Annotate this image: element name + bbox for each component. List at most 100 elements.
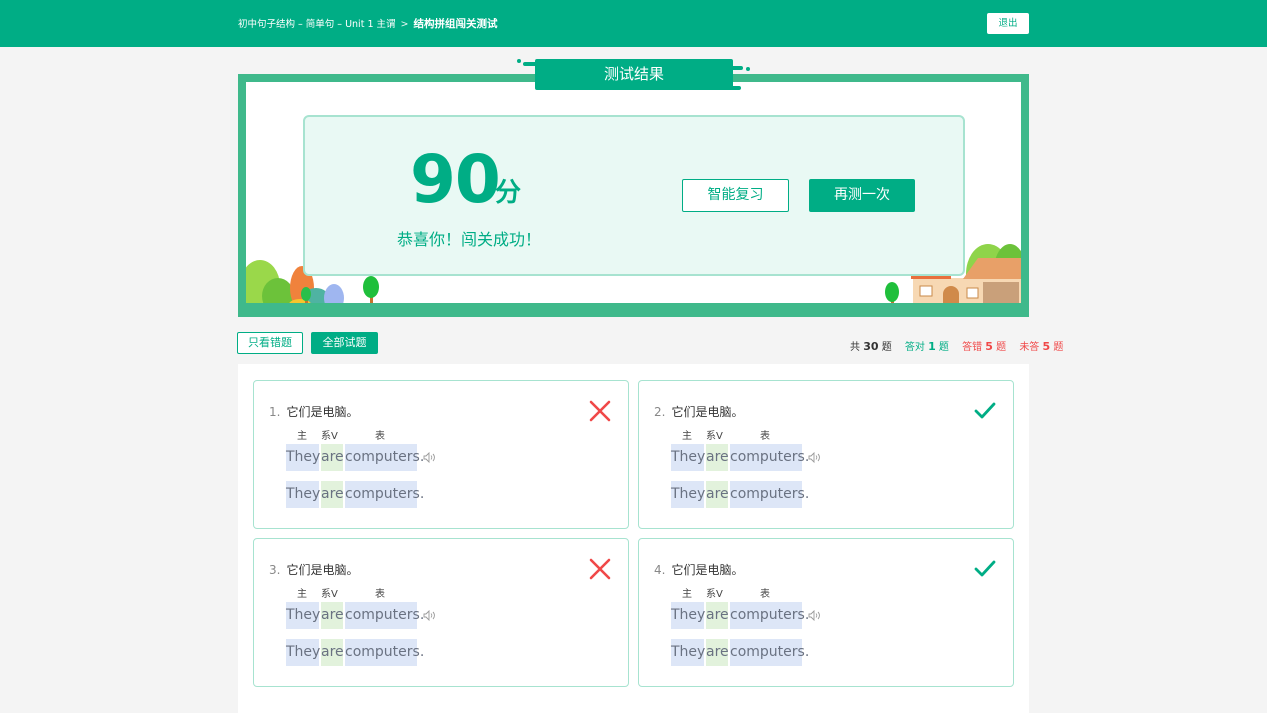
correct-token-verb: are	[321, 639, 344, 666]
stat-wrong-suffix: 题	[996, 342, 1007, 353]
cross-icon	[589, 400, 611, 422]
question-number: 3.	[269, 563, 281, 577]
stat-unanswered-prefix: 未答	[1019, 342, 1040, 353]
correct-token-verb: are	[706, 639, 729, 666]
answer-token-subject: They	[671, 444, 705, 471]
check-icon	[974, 402, 996, 419]
role-predicate-label: 表	[760, 589, 770, 600]
success-message: 恭喜你！闯关成功！	[397, 230, 542, 249]
role-verb-label: 系V	[321, 431, 338, 442]
result-title: 测试结果	[535, 59, 733, 90]
question-card: 2. 它们是电脑。 主 系V 表 They are computers. They…	[638, 380, 1014, 529]
answer-token-verb: are	[321, 602, 344, 629]
retry-button[interactable]: 再测一次	[809, 179, 915, 212]
correct-token-verb: are	[706, 481, 729, 508]
stat-total: 共 30 题	[840, 340, 892, 353]
stat-wrong: 答错 5 题	[962, 340, 1007, 353]
role-subject-label: 主	[682, 431, 692, 442]
stat-right-suffix: 题	[938, 342, 949, 353]
exit-button[interactable]: 退出	[987, 13, 1029, 34]
house-window-shape	[919, 285, 933, 297]
correct-token-predicate: computers.	[345, 481, 424, 508]
score-value: 90	[410, 141, 501, 218]
role-subject-label: 主	[682, 589, 692, 600]
stat-right-count: 1	[928, 340, 936, 353]
breadcrumb-separator: >	[400, 19, 409, 30]
score-unit: 分	[495, 178, 522, 208]
house-window-shape	[966, 287, 979, 299]
speaker-icon[interactable]	[808, 610, 821, 621]
tree-shape	[301, 287, 311, 301]
ribbon-deco-dot	[746, 67, 750, 71]
question-text: 它们是电脑。	[286, 563, 359, 577]
answer-token-subject: They	[286, 444, 320, 471]
answer-token-predicate: computers.	[730, 602, 809, 629]
stat-unanswered-suffix: 题	[1053, 342, 1064, 353]
stat-total-suffix: 题	[881, 342, 892, 353]
result-stats: 共 30 题 答对 1 题 答错 5 题 未答 5 题	[840, 338, 1063, 353]
correct-token-predicate: computers.	[345, 639, 424, 666]
question-title: 4. 它们是电脑。	[654, 561, 743, 578]
tree-shape	[363, 276, 379, 298]
question-title: 1. 它们是电脑。	[269, 403, 358, 420]
cross-icon	[589, 558, 611, 580]
role-verb-label: 系V	[706, 589, 723, 600]
role-verb-label: 系V	[321, 589, 338, 600]
answer-token-subject: They	[671, 602, 705, 629]
answer-token-verb: are	[706, 602, 729, 629]
speaker-icon[interactable]	[423, 452, 436, 463]
role-predicate-label: 表	[375, 589, 385, 600]
answer-token-verb: are	[321, 444, 344, 471]
answer-token-predicate: computers.	[730, 444, 809, 471]
smart-review-button[interactable]: 智能复习	[682, 179, 789, 212]
stat-right: 答对 1 题	[904, 340, 949, 353]
role-subject-label: 主	[297, 589, 307, 600]
banner-ground	[246, 303, 1021, 309]
correct-token-subject: They	[286, 639, 320, 666]
question-number: 1.	[269, 405, 281, 419]
role-labels: 主 系V 表	[671, 427, 831, 442]
role-predicate-label: 表	[375, 431, 385, 442]
question-title: 3. 它们是电脑。	[269, 561, 358, 578]
answer-token-predicate: computers.	[345, 444, 424, 471]
check-icon	[974, 560, 996, 577]
question-number: 2.	[654, 405, 666, 419]
role-labels: 主 系V 表	[671, 585, 831, 600]
answer-token-verb: are	[706, 444, 729, 471]
speaker-icon[interactable]	[423, 610, 436, 621]
question-card: 4. 它们是电脑。 主 系V 表 They are computers. They…	[638, 538, 1014, 687]
correct-token-predicate: computers.	[730, 639, 809, 666]
stat-total-prefix: 共	[850, 342, 860, 353]
role-labels: 主 系V 表	[286, 585, 446, 600]
ribbon-deco-dot	[517, 59, 521, 63]
question-text: 它们是电脑。	[671, 405, 744, 419]
question-title: 2. 它们是电脑。	[654, 403, 743, 420]
speaker-icon[interactable]	[808, 452, 821, 463]
answer-token-predicate: computers.	[345, 602, 424, 629]
filter-all-button[interactable]: 全部试题	[311, 332, 378, 354]
correct-token-subject: They	[286, 481, 320, 508]
question-text: 它们是电脑。	[286, 405, 359, 419]
tree-shape	[885, 282, 899, 302]
correct-token-verb: are	[321, 481, 344, 508]
question-text: 它们是电脑。	[671, 563, 744, 577]
stat-wrong-prefix: 答错	[962, 342, 983, 353]
breadcrumb-item[interactable]: 初中句子结构 – 简单句 – Unit 1 主谓	[238, 19, 396, 30]
stat-unanswered: 未答 5 题	[1019, 340, 1064, 353]
role-verb-label: 系V	[706, 431, 723, 442]
question-card: 3. 它们是电脑。 主 系V 表 They are computers. They…	[253, 538, 629, 687]
stat-total-count: 30	[863, 340, 879, 353]
breadcrumb: 初中句子结构 – 简单句 – Unit 1 主谓 > 结构拼组闯关测试	[238, 16, 497, 31]
question-card: 1. 它们是电脑。 主 系V 表 They are computers. They…	[253, 380, 629, 529]
role-predicate-label: 表	[760, 431, 770, 442]
stat-right-prefix: 答对	[904, 342, 925, 353]
stat-unanswered-count: 5	[1042, 340, 1051, 353]
role-subject-label: 主	[297, 431, 307, 442]
filter-wrong-only-button[interactable]: 只看错题	[237, 332, 303, 354]
correct-token-subject: They	[671, 481, 705, 508]
stat-wrong-count: 5	[985, 340, 993, 353]
top-bar: 初中句子结构 – 简单句 – Unit 1 主谓 > 结构拼组闯关测试 退出	[0, 0, 1267, 47]
role-labels: 主 系V 表	[286, 427, 446, 442]
question-number: 4.	[654, 563, 666, 577]
breadcrumb-current: 结构拼组闯关测试	[413, 18, 498, 30]
